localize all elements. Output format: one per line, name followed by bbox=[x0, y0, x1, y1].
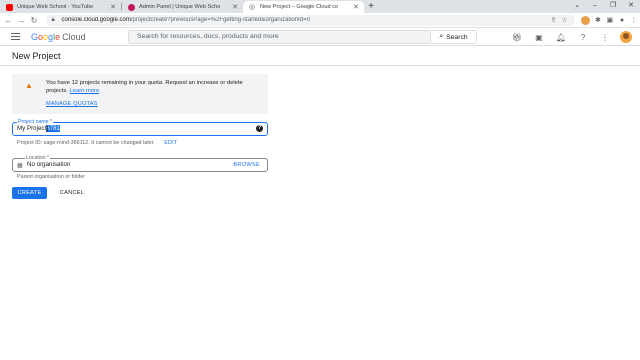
share-icon[interactable]: ⇪ bbox=[548, 16, 559, 24]
new-tab-button[interactable]: + bbox=[364, 1, 378, 13]
logo-product: Cloud bbox=[62, 31, 86, 42]
organisation-icon: ▦ bbox=[17, 163, 23, 169]
main-menu-icon[interactable] bbox=[11, 32, 25, 41]
extension-avatar-icon[interactable] bbox=[580, 15, 590, 25]
create-button[interactable]: CREATE bbox=[12, 187, 47, 199]
lock-icon[interactable]: 🔒︎ bbox=[51, 17, 58, 24]
edit-project-id-link[interactable]: EDIT bbox=[164, 140, 177, 146]
header-actions: 🎁︎ ▣ 🔔︎ ? ⋮ bbox=[510, 30, 632, 44]
warning-icon: ▲ bbox=[25, 81, 33, 90]
browser-tab-youtube[interactable]: Unique Web School - YouTube ✕ bbox=[0, 1, 121, 13]
location-field[interactable]: Location * ▦ No organisation BROWSE bbox=[12, 155, 268, 172]
tab-title: Unique Web School - YouTube bbox=[17, 4, 94, 10]
side-panel-icon[interactable]: ▣ bbox=[604, 16, 616, 24]
browser-tab-admin-panel[interactable]: Admin Panel | Unique Web Scho ✕ bbox=[122, 1, 243, 13]
extensions-icon[interactable]: ✱ bbox=[592, 16, 604, 24]
forward-icon[interactable]: → bbox=[15, 16, 28, 25]
project-name-field[interactable]: Project name * My Project6781 ? bbox=[12, 119, 268, 136]
window-close-icon[interactable]: ✕ bbox=[622, 0, 640, 13]
minimize-icon[interactable]: – bbox=[586, 0, 604, 13]
quota-message: You have 12 projects remaining in your q… bbox=[46, 79, 256, 95]
help-icon[interactable]: ? bbox=[576, 33, 590, 42]
notifications-bell-icon[interactable]: 🔔︎ bbox=[554, 33, 568, 42]
learn-more-link[interactable]: Learn more bbox=[70, 88, 100, 94]
page-title: New Project bbox=[12, 51, 61, 61]
browser-profile-icon[interactable]: ● bbox=[616, 17, 628, 24]
url-path: /projectcreate?previousPage=%2Fgetting-s… bbox=[130, 17, 310, 23]
search-button[interactable]: ⌕ Search bbox=[431, 30, 477, 44]
youtube-favicon-icon bbox=[6, 3, 13, 11]
logo-letter: G bbox=[31, 31, 39, 42]
cloud-shell-icon[interactable]: ▣ bbox=[532, 33, 546, 42]
search-button-label: Search bbox=[446, 33, 468, 41]
page-title-bar: New Project bbox=[0, 46, 640, 66]
bookmark-star-icon[interactable]: ☆ bbox=[559, 16, 570, 24]
tab-title: New Project – Google Cloud co bbox=[260, 4, 339, 10]
quota-notice: ▲ You have 12 projects remaining in your… bbox=[12, 74, 268, 114]
reload-icon[interactable]: ↻ bbox=[28, 16, 41, 25]
tab-title: Admin Panel | Unique Web Scho bbox=[139, 4, 221, 10]
tab-close-icon[interactable]: ✕ bbox=[231, 3, 239, 11]
project-id-hint: Project ID: sage-mind-366112. It cannot … bbox=[17, 140, 177, 146]
search-icon: ⌕ bbox=[439, 33, 444, 40]
url-text: console.cloud.google.com/projectcreate?p… bbox=[61, 17, 548, 23]
toolbar-actions: ✱ ▣ ● ⋮ bbox=[579, 15, 640, 25]
project-id-text: Project ID: sage-mind-366112. It cannot … bbox=[17, 140, 155, 146]
tab-close-icon[interactable]: ✕ bbox=[109, 3, 117, 11]
logo-letter: e bbox=[55, 31, 61, 42]
browser-toolbar: ← → ↻ 🔒︎ console.cloud.google.com/projec… bbox=[0, 13, 640, 28]
text-cursor-icon: I bbox=[46, 124, 49, 134]
address-bar[interactable]: 🔒︎ console.cloud.google.com/projectcreat… bbox=[46, 14, 575, 26]
avatar[interactable] bbox=[620, 31, 632, 43]
location-value: No organisation bbox=[27, 161, 71, 168]
back-icon[interactable]: ← bbox=[2, 16, 15, 25]
manage-quotas-link[interactable]: MANAGE QUOTAS bbox=[46, 101, 98, 107]
google-cloud-favicon-icon: ◎ bbox=[249, 3, 256, 11]
browser-tab-new-project[interactable]: ◎ New Project – Google Cloud co ✕ bbox=[243, 1, 364, 13]
window-controls: ⌄ – ❐ ✕ bbox=[568, 0, 640, 13]
cancel-button[interactable]: CANCEL bbox=[54, 187, 90, 199]
browse-button[interactable]: BROWSE bbox=[233, 162, 260, 168]
project-name-value: My Project bbox=[17, 125, 47, 132]
search-input[interactable]: Search for resources, docs, products and… bbox=[128, 30, 431, 44]
maximize-icon[interactable]: ❐ bbox=[604, 0, 622, 13]
google-cloud-logo[interactable]: Google Cloud bbox=[31, 32, 86, 42]
url-host: console.cloud.google.com bbox=[61, 17, 131, 23]
admin-panel-favicon-icon bbox=[128, 3, 135, 11]
tab-search-icon[interactable]: ⌄ bbox=[568, 0, 586, 13]
console-header: Google Cloud Search for resources, docs,… bbox=[0, 28, 640, 46]
project-name-input[interactable]: My Project6781 bbox=[17, 125, 60, 132]
browser-menu-icon[interactable]: ⋮ bbox=[628, 16, 640, 24]
tab-close-icon[interactable]: ✕ bbox=[352, 3, 360, 11]
more-options-icon[interactable]: ⋮ bbox=[598, 33, 612, 42]
help-icon[interactable]: ? bbox=[256, 125, 263, 132]
location-help: Parent organisation or folder bbox=[17, 174, 86, 180]
gift-icon[interactable]: 🎁︎ bbox=[510, 33, 524, 42]
browser-tabstrip: Unique Web School - YouTube ✕ Admin Pane… bbox=[0, 0, 640, 13]
